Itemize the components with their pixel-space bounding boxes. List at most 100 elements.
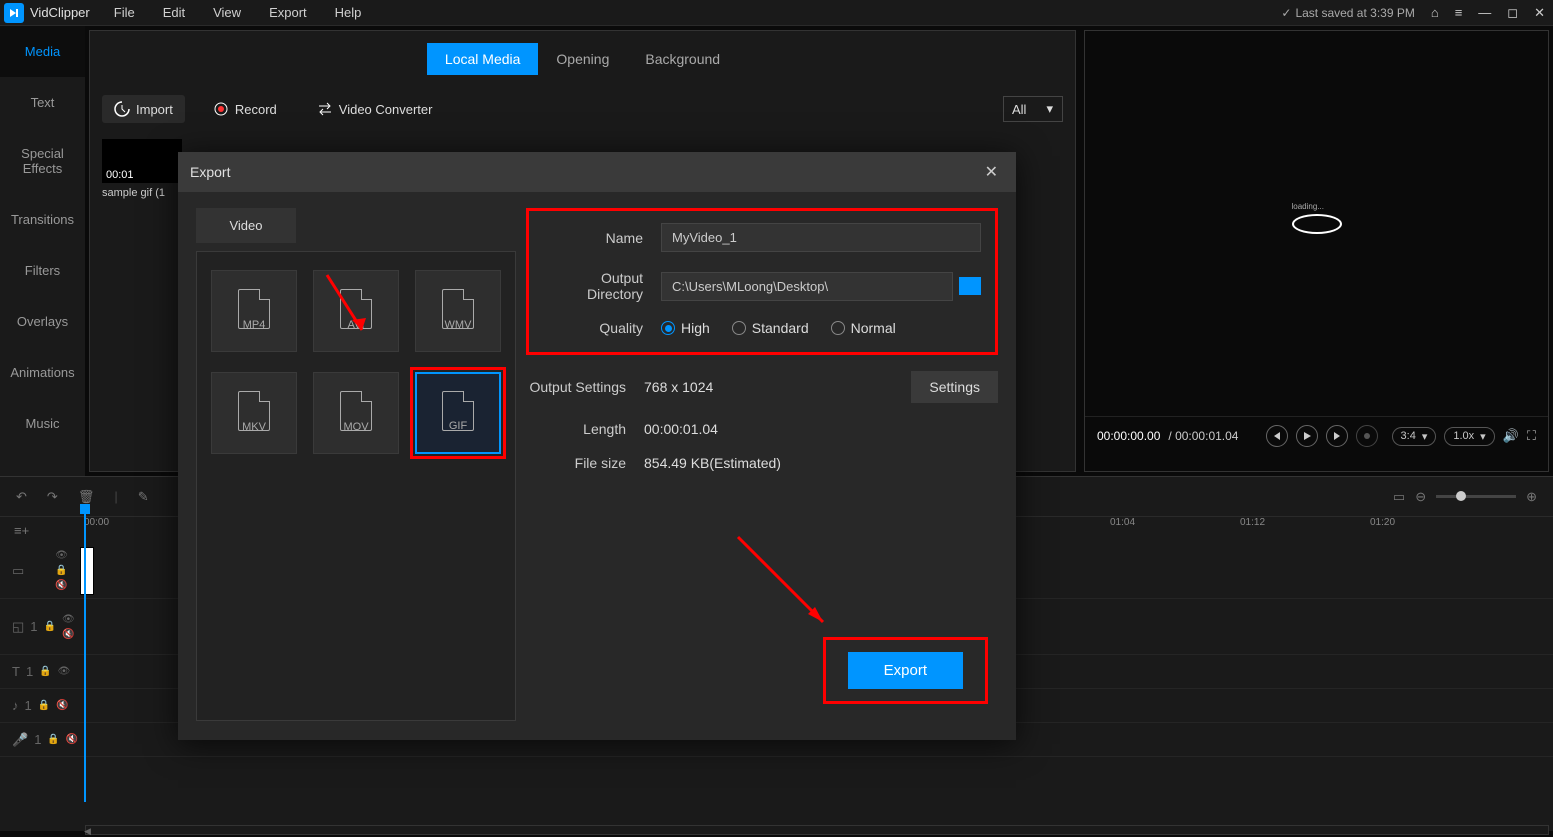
- dir-label: Output Directory: [543, 270, 661, 302]
- app-title: VidClipper: [30, 5, 90, 20]
- menu-file[interactable]: File: [114, 5, 135, 20]
- sidebar-tab-music[interactable]: Music: [0, 398, 85, 449]
- redo-icon[interactable]: ↷: [47, 489, 58, 505]
- converter-button[interactable]: Video Converter: [305, 95, 445, 123]
- mute-icon[interactable]: 🔇: [62, 629, 75, 640]
- sidebar-tab-effects[interactable]: Special Effects: [0, 128, 85, 194]
- filter-dropdown[interactable]: All ▾: [1003, 96, 1063, 122]
- zoom-slider[interactable]: [1436, 495, 1516, 498]
- menu-edit[interactable]: Edit: [163, 5, 185, 20]
- quality-label: Quality: [543, 320, 661, 336]
- next-frame-button[interactable]: [1326, 425, 1348, 447]
- name-input[interactable]: [661, 223, 981, 252]
- zoom-out-icon[interactable]: ⊖: [1415, 489, 1426, 505]
- sidebar-tab-filters[interactable]: Filters: [0, 245, 85, 296]
- menu-export[interactable]: Export: [269, 5, 307, 20]
- sidebar-tab-animations[interactable]: Animations: [0, 347, 85, 398]
- format-tab-video[interactable]: Video: [196, 208, 296, 243]
- output-settings-label: Output Settings: [526, 379, 644, 395]
- export-button[interactable]: Export: [848, 652, 963, 689]
- export-dialog: Export ✕ Video MP4 AVI WMV MKV MOV GIF N…: [178, 152, 1016, 740]
- mute-icon[interactable]: 🔇: [66, 734, 78, 745]
- lock-icon[interactable]: 🔒: [47, 734, 59, 745]
- loading-icon: [1292, 214, 1342, 234]
- video-track-icon: ▭: [12, 563, 24, 579]
- lock-icon[interactable]: 🔒: [44, 621, 56, 632]
- format-gif[interactable]: GIF: [415, 372, 501, 454]
- preview-canvas: loading...: [1085, 31, 1548, 416]
- fullscreen-icon[interactable]: ⛶: [1527, 428, 1536, 444]
- speed-dropdown[interactable]: 1.0x ▾: [1444, 427, 1494, 446]
- eye-icon[interactable]: 👁: [58, 666, 71, 677]
- aspect-ratio-dropdown[interactable]: 3:4 ▾: [1392, 427, 1437, 446]
- mic-track-icon: 🎤: [12, 732, 28, 748]
- quality-high-radio[interactable]: High: [661, 320, 710, 336]
- format-mp4[interactable]: MP4: [211, 270, 297, 352]
- browse-folder-button[interactable]: [959, 277, 981, 295]
- fit-icon[interactable]: ▭: [1393, 489, 1405, 505]
- lock-icon[interactable]: 🔒: [38, 700, 50, 711]
- eye-icon[interactable]: 👁: [62, 614, 75, 625]
- sidebar-tab-overlays[interactable]: Overlays: [0, 296, 85, 347]
- minimize-icon[interactable]: —: [1474, 5, 1495, 21]
- format-avi[interactable]: AVI: [313, 270, 399, 352]
- chevron-down-icon: ▾: [1422, 430, 1428, 443]
- sidebar-tab-media[interactable]: Media: [0, 26, 85, 77]
- home-icon[interactable]: ⌂: [1427, 5, 1443, 21]
- zoom-in-icon[interactable]: ⊕: [1526, 489, 1537, 505]
- sidebar-tab-transitions[interactable]: Transitions: [0, 194, 85, 245]
- clip[interactable]: [80, 547, 94, 595]
- dialog-title: Export: [190, 164, 230, 180]
- lock-icon[interactable]: 🔒: [39, 666, 51, 677]
- sidebar-tab-text[interactable]: Text: [0, 77, 85, 128]
- volume-icon[interactable]: 🔊: [1503, 428, 1519, 444]
- ruler-mark: 01:12: [1240, 517, 1265, 528]
- import-button[interactable]: Import: [102, 95, 185, 123]
- output-settings-value: 768 x 1024: [644, 379, 713, 395]
- record-button[interactable]: Record: [201, 95, 289, 123]
- length-label: Length: [526, 421, 644, 437]
- record-icon: [213, 101, 229, 117]
- eye-icon[interactable]: 👁: [55, 550, 68, 561]
- lock-icon[interactable]: 🔒: [55, 565, 68, 576]
- thumb-filename: sample gif (1: [102, 187, 182, 199]
- format-mov[interactable]: MOV: [313, 372, 399, 454]
- ruler-mark: 01:20: [1370, 517, 1395, 528]
- media-tab-opening[interactable]: Opening: [538, 43, 627, 75]
- pip-track-icon: ◱: [12, 619, 24, 635]
- undo-icon[interactable]: ↶: [16, 489, 27, 505]
- dialog-close-button[interactable]: ✕: [979, 160, 1004, 184]
- stop-button[interactable]: [1356, 425, 1378, 447]
- media-tab-background[interactable]: Background: [627, 43, 738, 75]
- chevron-down-icon: ▾: [1480, 430, 1486, 443]
- mute-icon[interactable]: 🔇: [56, 700, 68, 711]
- delete-icon[interactable]: 🗑: [78, 489, 95, 505]
- play-button[interactable]: [1296, 425, 1318, 447]
- horizontal-scrollbar[interactable]: ◀: [85, 825, 1549, 835]
- add-track-icon[interactable]: ≡+: [14, 523, 29, 538]
- menu-view[interactable]: View: [213, 5, 241, 20]
- text-track-icon: T: [12, 664, 20, 679]
- thumb-duration: 00:01: [106, 169, 134, 181]
- annotation-settings-box: Name Output Directory Quality High Stand…: [526, 208, 998, 355]
- hamburger-icon[interactable]: ≡: [1451, 5, 1467, 21]
- app-logo-icon: [4, 3, 24, 23]
- format-mkv[interactable]: MKV: [211, 372, 297, 454]
- music-track-icon: ♪: [12, 698, 19, 713]
- dir-input[interactable]: [661, 272, 953, 301]
- playhead[interactable]: [84, 512, 86, 802]
- prev-frame-button[interactable]: [1266, 425, 1288, 447]
- length-value: 00:00:01.04: [644, 421, 718, 437]
- edit-icon[interactable]: ✎: [138, 489, 149, 505]
- quality-normal-radio[interactable]: Normal: [831, 320, 896, 336]
- close-icon[interactable]: ✕: [1530, 5, 1549, 21]
- settings-button[interactable]: Settings: [911, 371, 998, 403]
- media-thumbnail[interactable]: 00:01 sample gif (1: [102, 139, 182, 199]
- filesize-value: 854.49 KB(Estimated): [644, 455, 781, 471]
- media-tab-local[interactable]: Local Media: [427, 43, 539, 75]
- maximize-icon[interactable]: ◻: [1503, 5, 1522, 21]
- menu-help[interactable]: Help: [335, 5, 362, 20]
- mute-icon[interactable]: 🔇: [55, 580, 68, 591]
- quality-standard-radio[interactable]: Standard: [732, 320, 809, 336]
- format-wmv[interactable]: WMV: [415, 270, 501, 352]
